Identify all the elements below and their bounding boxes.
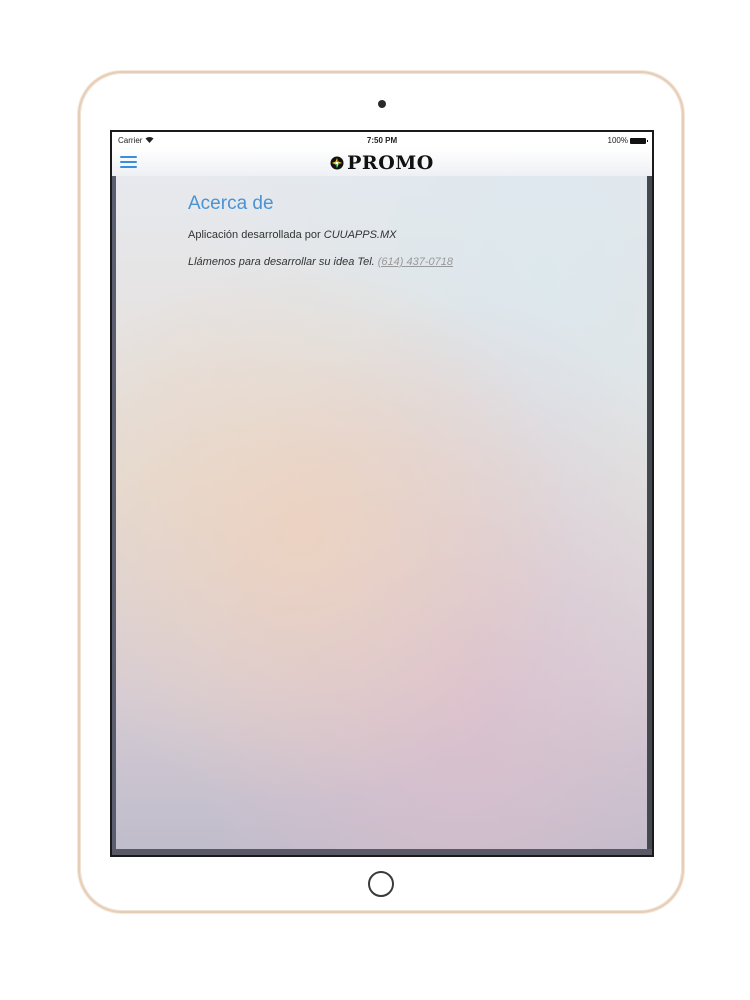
phone-link[interactable]: (614) 437-0718 — [378, 256, 453, 268]
tablet-device-frame: Carrier 7:50 PM 100% PROMO Acerca de Apl… — [78, 71, 684, 913]
call-prefix: Llámenos para desarrollar su idea Tel. — [188, 256, 378, 268]
logo-diamond-icon — [330, 153, 344, 170]
app-logo: PROMO — [112, 152, 652, 174]
call-us-text: Llámenos para desarrollar su idea Tel. (… — [188, 256, 453, 268]
front-camera — [378, 100, 386, 108]
status-battery: 100% — [607, 136, 648, 145]
company-name: CUUAPPS.MX — [323, 229, 397, 241]
battery-percent: 100% — [607, 136, 628, 145]
about-content: Acerca de Aplicación desarrollada por CU… — [112, 176, 652, 855]
navigation-bar: PROMO — [112, 148, 652, 176]
status-bar: Carrier 7:50 PM 100% — [112, 132, 652, 148]
battery-icon — [630, 137, 648, 144]
scrollbar[interactable] — [647, 176, 652, 855]
home-button[interactable] — [368, 871, 394, 897]
developed-by-prefix: Aplicación desarrollada por — [188, 229, 324, 241]
page-title: Acerca de — [188, 193, 274, 214]
logo-text: PROMO — [347, 152, 434, 174]
content-bottom-edge — [112, 849, 652, 855]
device-screen: Carrier 7:50 PM 100% PROMO Acerca de Apl… — [110, 130, 654, 857]
content-left-edge — [112, 176, 116, 855]
status-time: 7:50 PM — [366, 136, 398, 145]
developed-by-text: Aplicación desarrollada por CUUAPPS.MX — [188, 229, 397, 241]
